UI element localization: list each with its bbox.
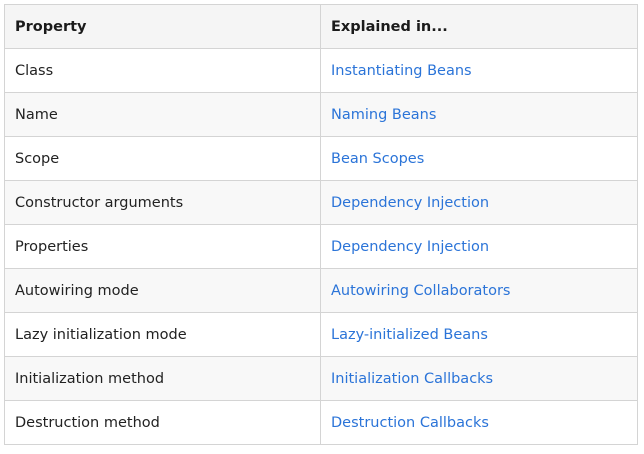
doc-link[interactable]: Bean Scopes: [331, 151, 424, 167]
property-cell: Lazy initialization mode: [4, 312, 321, 357]
property-cell: Initialization method: [4, 356, 321, 401]
link-cell: Destruction Callbacks: [320, 400, 638, 445]
property-cell: Autowiring mode: [4, 268, 321, 313]
table-header-row: Property Explained in...: [4, 4, 638, 49]
link-cell: Dependency Injection: [320, 224, 638, 269]
property-cell: Scope: [4, 136, 321, 181]
doc-link[interactable]: Instantiating Beans: [331, 63, 472, 79]
link-cell: Instantiating Beans: [320, 48, 638, 93]
doc-link[interactable]: Destruction Callbacks: [331, 415, 489, 431]
link-cell: Initialization Callbacks: [320, 356, 638, 401]
doc-link[interactable]: Dependency Injection: [331, 239, 489, 255]
link-cell: Dependency Injection: [320, 180, 638, 225]
property-cell: Destruction method: [4, 400, 321, 445]
link-cell: Lazy-initialized Beans: [320, 312, 638, 357]
link-cell: Autowiring Collaborators: [320, 268, 638, 313]
table-row: Name Naming Beans: [4, 92, 638, 137]
bean-properties-table: Property Explained in... Class Instantia…: [4, 4, 638, 445]
doc-link[interactable]: Dependency Injection: [331, 195, 489, 211]
header-property: Property: [4, 4, 321, 49]
property-cell: Constructor arguments: [4, 180, 321, 225]
table-row: Class Instantiating Beans: [4, 48, 638, 93]
table-row: Constructor arguments Dependency Injecti…: [4, 180, 638, 225]
bean-properties-table-container: Property Explained in... Class Instantia…: [4, 4, 638, 445]
header-explained-in: Explained in...: [320, 4, 638, 49]
property-cell: Class: [4, 48, 321, 93]
table-row: Properties Dependency Injection: [4, 224, 638, 269]
doc-link[interactable]: Naming Beans: [331, 107, 436, 123]
property-cell: Properties: [4, 224, 321, 269]
doc-link[interactable]: Autowiring Collaborators: [331, 283, 510, 299]
table-row: Destruction method Destruction Callbacks: [4, 400, 638, 445]
link-cell: Bean Scopes: [320, 136, 638, 181]
property-cell: Name: [4, 92, 321, 137]
table-row: Autowiring mode Autowiring Collaborators: [4, 268, 638, 313]
doc-link[interactable]: Lazy-initialized Beans: [331, 327, 488, 343]
doc-link[interactable]: Initialization Callbacks: [331, 371, 493, 387]
table-row: Scope Bean Scopes: [4, 136, 638, 181]
link-cell: Naming Beans: [320, 92, 638, 137]
table-row: Initialization method Initialization Cal…: [4, 356, 638, 401]
table-row: Lazy initialization mode Lazy-initialize…: [4, 312, 638, 357]
